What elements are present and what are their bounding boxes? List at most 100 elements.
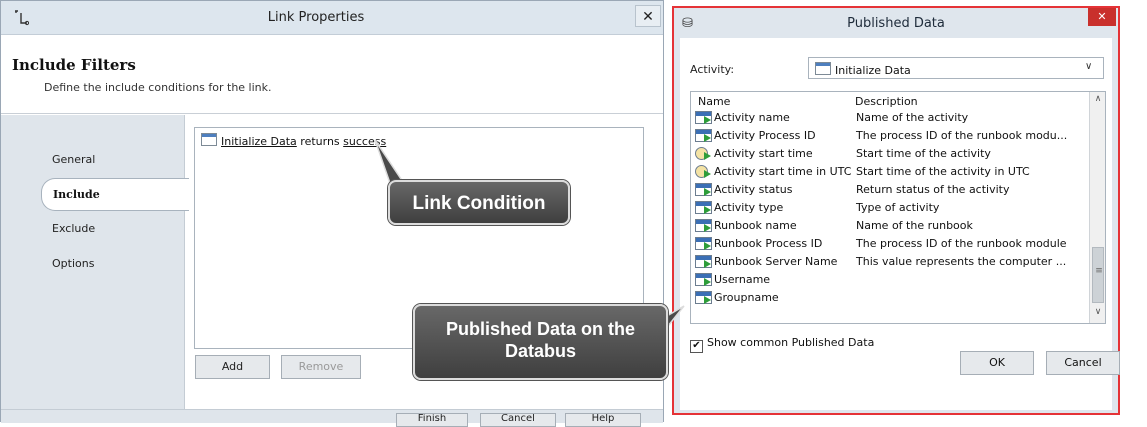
row-description: This value represents the computer ... bbox=[856, 255, 1067, 268]
row-description: Start time of the activity in UTC bbox=[856, 165, 1030, 178]
row-description: Name of the runbook bbox=[856, 219, 973, 232]
vertical-scrollbar[interactable]: ∧ ≡ ∨ bbox=[1089, 92, 1105, 323]
page-subtitle: Define the include conditions for the li… bbox=[44, 81, 272, 94]
arrow-icon bbox=[704, 116, 711, 124]
row-name: Runbook Process ID bbox=[714, 237, 823, 250]
row-name: Activity type bbox=[714, 201, 784, 214]
callout-published-data: Published Data on the Databus bbox=[413, 304, 668, 380]
row-name: Activity start time in UTC bbox=[714, 165, 852, 178]
window-title: Link Properties bbox=[267, 10, 365, 25]
scroll-thumb[interactable]: ≡ bbox=[1092, 247, 1104, 303]
callout-line-2: Databus bbox=[504, 341, 576, 361]
close-icon[interactable]: ✕ bbox=[1088, 8, 1116, 26]
show-common-option[interactable]: ✔ Show common Published Data bbox=[690, 336, 874, 353]
show-common-checkbox[interactable]: ✔ bbox=[690, 340, 703, 353]
arrow-icon bbox=[704, 206, 711, 214]
condition-activity-link[interactable]: Initialize Data bbox=[221, 135, 297, 148]
row-name: Runbook name bbox=[714, 219, 797, 232]
arrow-icon bbox=[704, 296, 711, 304]
condition-verb: returns bbox=[300, 135, 340, 148]
callout-link-condition: Link Condition bbox=[388, 180, 570, 225]
data-icon bbox=[695, 237, 712, 250]
row-name: Activity status bbox=[714, 183, 793, 196]
row-name: Activity name bbox=[714, 111, 790, 124]
table-row[interactable]: Username bbox=[691, 271, 1089, 289]
ok-button[interactable]: OK bbox=[960, 351, 1034, 375]
table-body: Activity name Name of the activity Activit… bbox=[691, 109, 1089, 307]
data-icon bbox=[695, 183, 712, 196]
arrow-icon bbox=[704, 152, 711, 160]
clock-icon bbox=[695, 165, 711, 178]
table-icon bbox=[815, 62, 831, 75]
table-row[interactable]: Activity type Type of activity bbox=[691, 199, 1089, 217]
table-row[interactable]: Runbook Server Name This value represents… bbox=[691, 253, 1089, 271]
table-row[interactable]: Activity name Name of the activity bbox=[691, 109, 1089, 127]
show-common-label: Show common Published Data bbox=[707, 336, 875, 349]
sidebar-item-label: Include bbox=[53, 188, 100, 201]
finish-button[interactable]: Finish bbox=[396, 413, 468, 427]
data-icon bbox=[695, 273, 712, 286]
row-name: Runbook Server Name bbox=[714, 255, 838, 268]
help-button[interactable]: Help bbox=[565, 413, 641, 427]
header-panel: Include Filters Define the include condi… bbox=[1, 36, 663, 114]
arrow-icon bbox=[704, 188, 711, 196]
bottom-bar bbox=[1, 409, 663, 423]
sidebar-item-include[interactable]: Include bbox=[41, 178, 189, 211]
title-bar: ⛁ Published Data ✕ bbox=[674, 8, 1118, 38]
remove-button[interactable]: Remove bbox=[281, 355, 361, 379]
table-row[interactable]: Runbook Process ID The process ID of the … bbox=[691, 235, 1089, 253]
scroll-up-icon[interactable]: ∧ bbox=[1090, 94, 1105, 104]
published-data-table[interactable]: Name Description Activity name Name of th… bbox=[690, 91, 1106, 324]
arrow-icon bbox=[704, 170, 711, 178]
cancel-button[interactable]: Cancel bbox=[480, 413, 556, 427]
arrow-icon bbox=[704, 224, 711, 232]
row-name: Activity Process ID bbox=[714, 129, 816, 142]
data-icon bbox=[695, 111, 712, 124]
arrow-icon bbox=[704, 242, 711, 250]
scroll-down-icon[interactable]: ∨ bbox=[1090, 307, 1105, 317]
arrow-icon bbox=[704, 134, 711, 142]
table-row[interactable]: Groupname bbox=[691, 289, 1089, 307]
add-button[interactable]: Add bbox=[195, 355, 270, 379]
close-icon[interactable]: ✕ bbox=[635, 5, 661, 27]
row-description: Name of the activity bbox=[856, 111, 969, 124]
row-description: The process ID of the runbook modu... bbox=[856, 129, 1068, 142]
row-description: The process ID of the runbook module bbox=[856, 237, 1067, 250]
sidebar-item-exclude[interactable]: Exclude bbox=[52, 222, 95, 235]
row-name: Username bbox=[714, 273, 771, 286]
data-icon bbox=[695, 291, 712, 304]
activity-dropdown[interactable]: Initialize Data ∨ bbox=[808, 57, 1104, 79]
window-title: Published Data bbox=[847, 16, 945, 31]
table-icon bbox=[201, 133, 217, 146]
activity-selected: Initialize Data bbox=[815, 62, 911, 77]
data-icon bbox=[695, 219, 712, 232]
clock-icon bbox=[695, 147, 711, 160]
row-name: Groupname bbox=[714, 291, 779, 304]
row-name: Activity start time bbox=[714, 147, 813, 160]
table-row[interactable]: Runbook name Name of the runbook bbox=[691, 217, 1089, 235]
activity-value: Initialize Data bbox=[835, 64, 911, 77]
column-header-name[interactable]: Name bbox=[698, 95, 730, 108]
arrow-icon bbox=[704, 278, 711, 286]
table-row[interactable]: Activity Process ID The process ID of the… bbox=[691, 127, 1089, 145]
chevron-down-icon[interactable]: ∨ bbox=[1085, 61, 1092, 72]
data-icon bbox=[695, 129, 712, 142]
published-data-window: ⛁ Published Data ✕ Activity: Initialize … bbox=[672, 6, 1120, 415]
callout-line-1: Published Data on the bbox=[445, 319, 636, 339]
table-row[interactable]: Activity status Return status of the acti… bbox=[691, 181, 1089, 199]
title-bar: Link Properties ✕ bbox=[1, 1, 663, 35]
cancel-button[interactable]: Cancel bbox=[1046, 351, 1120, 375]
activity-label: Activity: bbox=[690, 63, 735, 76]
page-title: Include Filters bbox=[12, 56, 136, 74]
data-icon bbox=[695, 201, 712, 214]
row-description: Type of activity bbox=[856, 201, 940, 214]
sidebar-item-options[interactable]: Options bbox=[52, 257, 94, 270]
column-header-description[interactable]: Description bbox=[855, 95, 918, 108]
grip-icon: ≡ bbox=[1095, 266, 1103, 276]
table-row[interactable]: Activity start time Start time of the act… bbox=[691, 145, 1089, 163]
row-description: Start time of the activity bbox=[856, 147, 991, 160]
table-row[interactable]: Activity start time in UTC Start time of … bbox=[691, 163, 1089, 181]
sidebar-item-general[interactable]: General bbox=[52, 153, 95, 166]
row-description: Return status of the activity bbox=[856, 183, 1010, 196]
data-icon bbox=[695, 255, 712, 268]
